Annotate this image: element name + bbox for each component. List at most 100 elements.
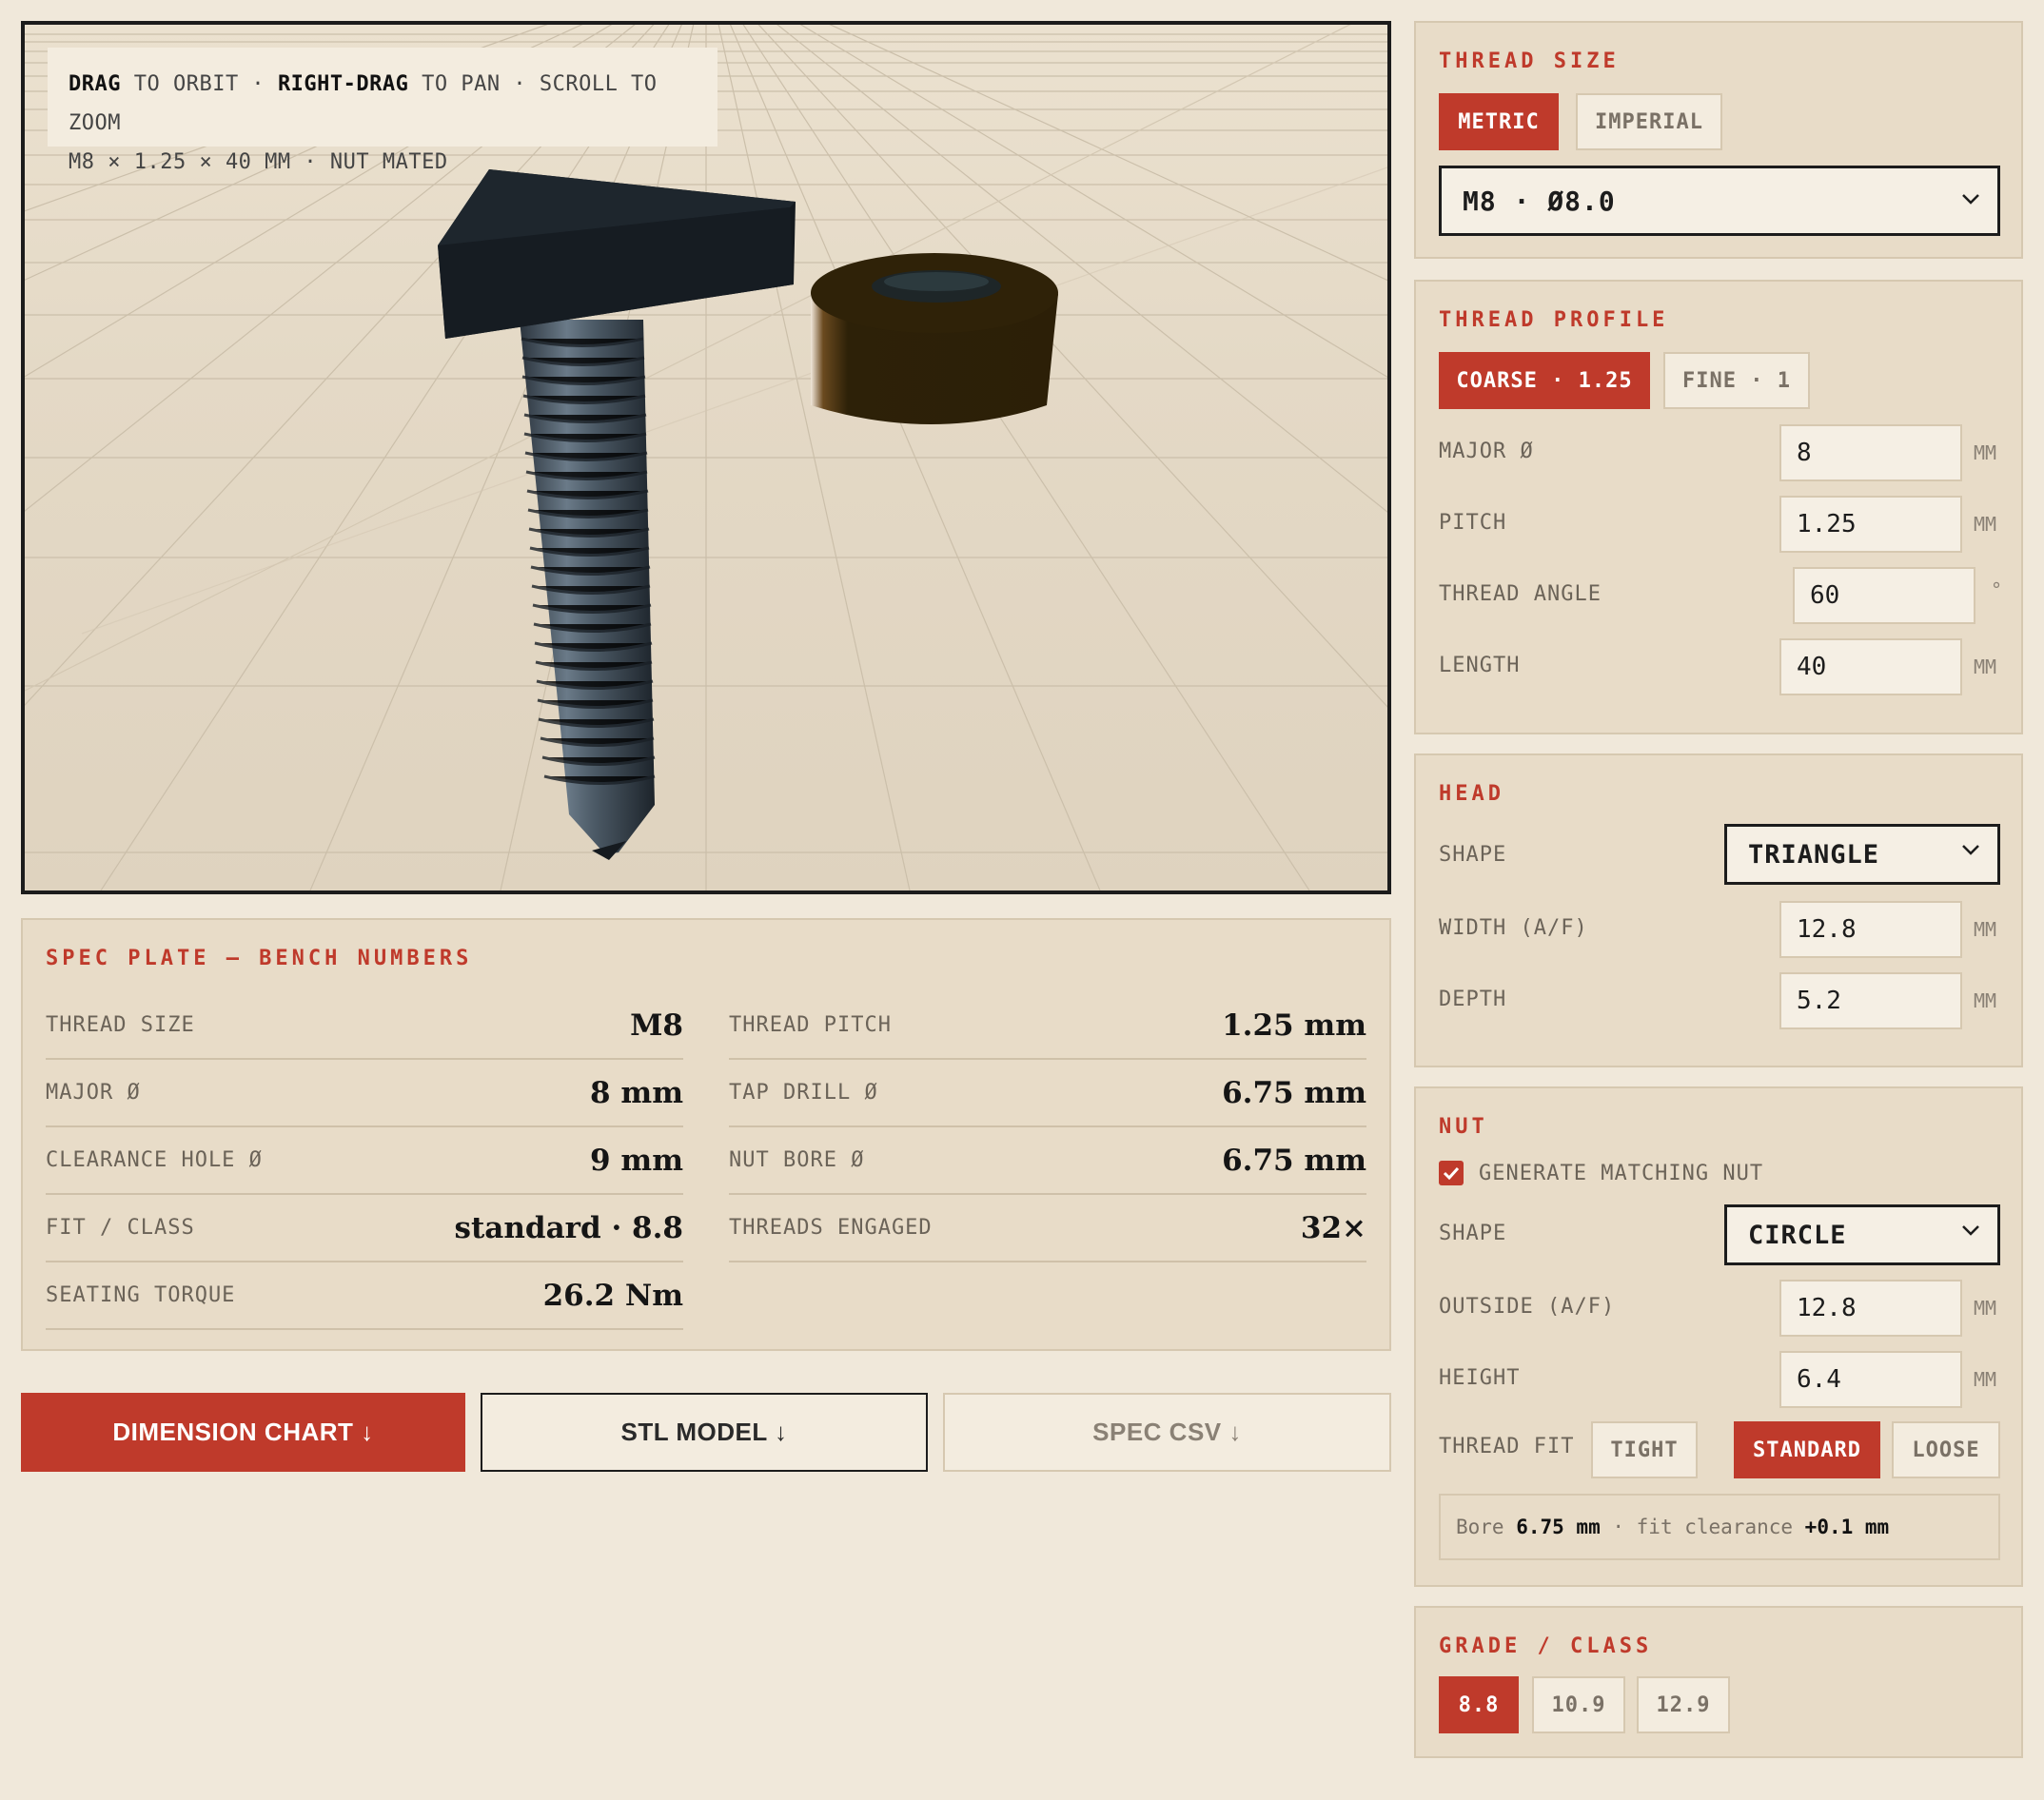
thread-angle-label: THREAD ANGLE bbox=[1439, 582, 1602, 606]
grade-10-9-toggle[interactable]: 10.9 bbox=[1532, 1676, 1625, 1733]
thread-size-value: M8 · Ø8.0 bbox=[1463, 185, 1616, 217]
spec-row: FIT / CLASS standard · 8.8 bbox=[46, 1195, 683, 1262]
model-summary: M8 × 1.25 × 40 MM · NUT MATED bbox=[69, 150, 448, 174]
pitch-input[interactable] bbox=[1779, 496, 1962, 553]
spec-plate: SPEC PLATE — BENCH NUMBERS THREAD SIZE M… bbox=[21, 918, 1391, 1351]
head-depth-label: DEPTH bbox=[1439, 988, 1507, 1011]
chevron-down-icon bbox=[1962, 194, 1979, 205]
3d-viewport[interactable]: DRAG TO ORBIT · RIGHT-DRAG TO PAN · SCRO… bbox=[21, 21, 1391, 894]
clearance-value: +0.1 mm bbox=[1804, 1516, 1890, 1538]
unit-label: MM bbox=[1974, 1297, 1997, 1320]
nut-shape-label: SHAPE bbox=[1439, 1222, 1507, 1245]
major-diameter-input[interactable] bbox=[1779, 424, 1962, 481]
chevron-down-icon bbox=[1962, 845, 1979, 855]
fit-tight-toggle[interactable]: TIGHT bbox=[1591, 1421, 1698, 1478]
unit-label: MM bbox=[1974, 918, 1997, 941]
grade-panel: GRADE / CLASS 8.8 10.9 12.9 bbox=[1414, 1606, 2023, 1758]
stl-model-button[interactable]: STL MODEL ↓ bbox=[481, 1393, 928, 1472]
nut-height-label: HEIGHT bbox=[1439, 1366, 1521, 1390]
spec-value: standard · 8.8 bbox=[454, 1210, 683, 1245]
nut-outside-input[interactable] bbox=[1779, 1280, 1962, 1337]
thread-size-select[interactable]: M8 · Ø8.0 bbox=[1439, 166, 2000, 236]
grade-title: GRADE / CLASS bbox=[1439, 1634, 1653, 1658]
degree-unit: ° bbox=[1991, 578, 2003, 601]
bore-text: Bore bbox=[1456, 1516, 1517, 1538]
nut-height-input[interactable] bbox=[1779, 1351, 1962, 1408]
fit-loose-toggle[interactable]: LOOSE bbox=[1892, 1421, 2000, 1478]
dimension-chart-button[interactable]: DIMENSION CHART ↓ bbox=[21, 1393, 465, 1472]
major-diameter-label: MAJOR Ø bbox=[1439, 440, 1534, 463]
spec-value: 26.2 Nm bbox=[542, 1278, 683, 1313]
spec-row: THREAD PITCH 1.25 mm bbox=[729, 992, 1366, 1060]
head-shape-label: SHAPE bbox=[1439, 843, 1507, 867]
generate-nut-label: GENERATE MATCHING NUT bbox=[1479, 1162, 1764, 1185]
unit-label: MM bbox=[1974, 989, 1997, 1012]
spec-value: 9 mm bbox=[590, 1143, 683, 1178]
spec-row: THREADS ENGAGED 32× bbox=[729, 1195, 1366, 1262]
nut-outside-label: OUTSIDE (A/F) bbox=[1439, 1295, 1616, 1319]
grade-12-9-toggle[interactable]: 12.9 bbox=[1637, 1676, 1730, 1733]
thread-profile-panel: THREAD PROFILE COARSE · 1.25 FINE · 1 MA… bbox=[1414, 280, 2023, 734]
controls-hint: DRAG TO ORBIT · RIGHT-DRAG TO PAN · SCRO… bbox=[69, 72, 658, 135]
spec-label: THREAD PITCH bbox=[729, 1013, 892, 1037]
spec-value: 8 mm bbox=[590, 1075, 683, 1110]
thread-fit-label: THREAD FIT bbox=[1439, 1435, 1575, 1458]
spec-label: CLEARANCE HOLE Ø bbox=[46, 1148, 263, 1172]
spec-row: TAP DRILL Ø 6.75 mm bbox=[729, 1060, 1366, 1127]
checkmark-icon bbox=[1443, 1166, 1460, 1181]
spec-plate-title: SPEC PLATE — BENCH NUMBERS bbox=[46, 947, 473, 970]
unit-label: MM bbox=[1974, 1368, 1997, 1391]
fit-standard-toggle[interactable]: STANDARD bbox=[1734, 1421, 1880, 1478]
spec-label: THREADS ENGAGED bbox=[729, 1216, 933, 1240]
spec-csv-button[interactable]: SPEC CSV ↓ bbox=[943, 1393, 1391, 1472]
generate-nut-checkbox[interactable] bbox=[1439, 1161, 1464, 1185]
metric-toggle[interactable]: METRIC bbox=[1439, 93, 1559, 150]
head-depth-input[interactable] bbox=[1779, 972, 1962, 1029]
spec-label: NUT BORE Ø bbox=[729, 1148, 865, 1172]
head-width-input[interactable] bbox=[1779, 901, 1962, 958]
head-panel: HEAD SHAPE TRIANGLE WIDTH (A/F) MM DEPTH… bbox=[1414, 753, 2023, 1067]
thread-angle-input[interactable] bbox=[1793, 567, 1975, 624]
nut-model bbox=[811, 253, 1058, 424]
length-label: LENGTH bbox=[1439, 654, 1521, 677]
spec-value: 32× bbox=[1300, 1210, 1366, 1245]
spec-label: THREAD SIZE bbox=[46, 1013, 195, 1037]
spec-label: TAP DRILL Ø bbox=[729, 1081, 878, 1105]
bolt bbox=[438, 169, 796, 860]
viewport-hint-overlay: DRAG TO ORBIT · RIGHT-DRAG TO PAN · SCRO… bbox=[48, 48, 717, 174]
nut-shape-select[interactable]: CIRCLE bbox=[1724, 1204, 2000, 1265]
pitch-label: PITCH bbox=[1439, 511, 1507, 535]
coarse-toggle[interactable]: COARSE · 1.25 bbox=[1439, 352, 1650, 409]
chevron-down-icon bbox=[1962, 1225, 1979, 1236]
spec-row: NUT BORE Ø 6.75 mm bbox=[729, 1127, 1366, 1195]
length-input[interactable] bbox=[1779, 638, 1962, 695]
spec-row: MAJOR Ø 8 mm bbox=[46, 1060, 683, 1127]
nut-title: NUT bbox=[1439, 1115, 1488, 1139]
unit-label: MM bbox=[1974, 513, 1997, 536]
head-width-label: WIDTH (A/F) bbox=[1439, 916, 1588, 940]
spec-label: FIT / CLASS bbox=[46, 1216, 195, 1240]
spec-row: THREAD SIZE M8 bbox=[46, 992, 683, 1060]
thread-size-panel: THREAD SIZE METRIC IMPERIAL M8 · Ø8.0 bbox=[1414, 21, 2023, 259]
head-shape-value: TRIANGLE bbox=[1748, 839, 1880, 870]
spec-row: SEATING TORQUE 26.2 Nm bbox=[46, 1262, 683, 1330]
thread-size-title: THREAD SIZE bbox=[1439, 49, 1620, 73]
nut-shape-value: CIRCLE bbox=[1748, 1220, 1847, 1250]
bore-value: 6.75 mm bbox=[1516, 1516, 1601, 1538]
head-shape-select[interactable]: TRIANGLE bbox=[1724, 824, 2000, 885]
spec-label: MAJOR Ø bbox=[46, 1081, 141, 1105]
spec-value: M8 bbox=[630, 1008, 683, 1043]
unit-label: MM bbox=[1974, 441, 1997, 464]
clearance-text: · fit clearance bbox=[1600, 1516, 1805, 1538]
nut-panel: NUT GENERATE MATCHING NUT SHAPE CIRCLE O… bbox=[1414, 1086, 2023, 1587]
imperial-toggle[interactable]: IMPERIAL bbox=[1576, 93, 1722, 150]
grade-8-8-toggle[interactable]: 8.8 bbox=[1439, 1676, 1519, 1733]
spec-label: SEATING TORQUE bbox=[46, 1283, 236, 1307]
bore-info: Bore 6.75 mm · fit clearance +0.1 mm bbox=[1439, 1494, 2000, 1560]
spec-value: 1.25 mm bbox=[1222, 1008, 1366, 1043]
thread-profile-title: THREAD PROFILE bbox=[1439, 308, 1669, 332]
fine-toggle[interactable]: FINE · 1 bbox=[1663, 352, 1810, 409]
head-title: HEAD bbox=[1439, 782, 1504, 806]
spec-value: 6.75 mm bbox=[1222, 1075, 1366, 1110]
unit-label: MM bbox=[1974, 655, 1997, 678]
